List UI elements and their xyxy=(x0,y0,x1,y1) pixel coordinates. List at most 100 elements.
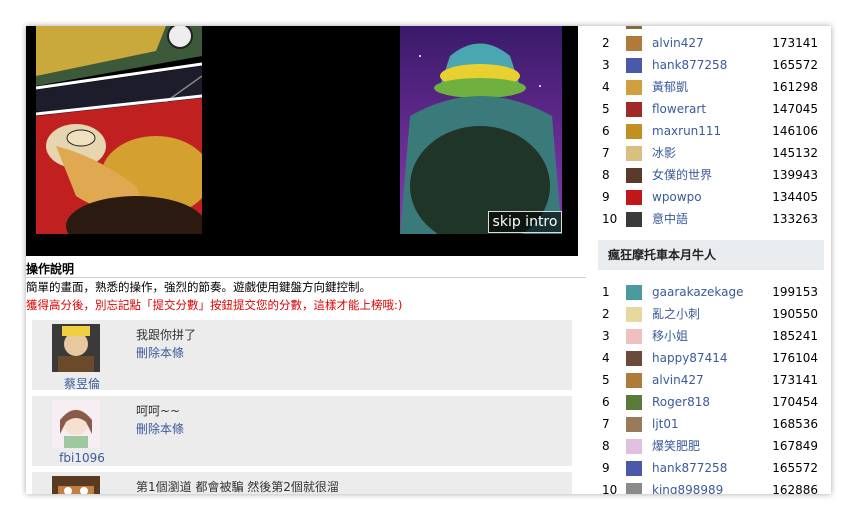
ranking-username[interactable]: alvin427 xyxy=(652,369,704,391)
ranking-row: 2 亂之小刺 190550 xyxy=(598,303,824,325)
rank-number: 1 xyxy=(602,285,610,299)
ranking-score: 145132 xyxy=(772,146,818,160)
ranking-username[interactable]: 移小姐 xyxy=(652,325,688,347)
ranking-username[interactable]: alvin427 xyxy=(652,32,704,54)
game-canvas[interactable]: skip intro xyxy=(26,26,578,256)
ranking-username[interactable]: wpowpo xyxy=(652,186,702,208)
ranking-score: 170454 xyxy=(772,395,818,409)
user-avatar[interactable] xyxy=(626,307,642,322)
ranking-row: 4 happy87414 176104 xyxy=(598,347,824,369)
comic-panel-right xyxy=(400,26,562,234)
user-avatar[interactable] xyxy=(626,124,642,139)
submit-score-reminder: 獲得高分後，別忘記點「提交分數」按鈕提交您的分數，這樣才能上榜哦:) xyxy=(26,298,403,312)
user-avatar[interactable] xyxy=(626,461,642,476)
rank-number: 3 xyxy=(602,58,610,72)
ranking-username[interactable]: king898989 xyxy=(652,479,723,494)
user-avatar[interactable] xyxy=(626,439,642,454)
ranking-row: 5 alvin427 173141 xyxy=(598,369,824,391)
ranking-username[interactable]: 意中語 xyxy=(652,208,688,230)
rank-number: 10 xyxy=(602,483,618,494)
user-avatar[interactable] xyxy=(626,417,642,432)
rank-number: 9 xyxy=(602,461,610,475)
ranking-score: 134405 xyxy=(772,190,818,204)
user-avatar[interactable] xyxy=(626,146,642,161)
user-avatar[interactable] xyxy=(626,373,642,388)
ranking-row: 4 黃郁凱 161298 xyxy=(598,76,824,98)
ranking-row: 9 hank877258 165572 xyxy=(598,457,824,479)
instructions-text: 簡單的畫面，熟悉的操作，強烈的節奏。遊戲使用鍵盤方向鍵控制。 xyxy=(26,280,371,294)
user-avatar[interactable] xyxy=(52,400,100,448)
user-avatar[interactable] xyxy=(626,168,642,183)
rank-number: 10 xyxy=(602,212,618,226)
ranking-score: 162886 xyxy=(772,483,818,494)
ranking-score: 199153 xyxy=(772,285,818,299)
user-avatar[interactable] xyxy=(626,36,642,51)
ranking-row: 8 女僕的世界 139943 xyxy=(598,164,824,186)
ranking-username[interactable]: Roger818 xyxy=(652,391,710,413)
ranking-score: 165572 xyxy=(772,58,818,72)
user-avatar[interactable] xyxy=(52,476,100,494)
ranking-row: 6 Roger818 170454 xyxy=(598,391,824,413)
rank-number: 6 xyxy=(602,124,610,138)
comment-item: fbi1096 呵呵~~ 刪除本條 xyxy=(32,396,572,466)
rank-number: 9 xyxy=(602,190,610,204)
user-avatar[interactable] xyxy=(626,329,642,344)
user-avatar[interactable] xyxy=(626,190,642,205)
page-frame: skip intro 操作說明 簡單的畫面，熟悉的操作，強烈的節奏。遊戲使用鍵盤… xyxy=(26,26,831,494)
user-avatar[interactable] xyxy=(626,212,642,227)
ranking-score: 190550 xyxy=(772,307,818,321)
ranking-username[interactable]: hank877258 xyxy=(652,54,727,76)
ranking-username[interactable]: hank877258 xyxy=(652,457,727,479)
ranking-username[interactable]: ljt01 xyxy=(652,413,679,435)
ranking-score: 133263 xyxy=(772,212,818,226)
ranking-score: 168536 xyxy=(772,417,818,431)
ranking-row: 5 flowerart 147045 xyxy=(598,98,824,120)
ranking-score: 165572 xyxy=(772,461,818,475)
ranking-score: 176104 xyxy=(772,351,818,365)
ranking-username[interactable]: maxrun111 xyxy=(652,120,721,142)
ranking-username[interactable]: 女僕的世界 xyxy=(652,164,712,186)
ranking-username[interactable]: flowerart xyxy=(652,98,706,120)
ranking-score: 147045 xyxy=(772,102,818,116)
ranking-row: 1 gaarakazekage 199153 xyxy=(598,281,824,303)
rank-number: 8 xyxy=(602,168,610,182)
rank-number: 3 xyxy=(602,329,610,343)
delete-comment-link[interactable]: 刪除本條 xyxy=(136,420,184,437)
ranking-username[interactable]: gaarakazekage xyxy=(652,281,743,303)
comment-username[interactable]: 蔡昱倫 xyxy=(42,375,122,392)
ranking-row: 7 冰影 145132 xyxy=(598,142,824,164)
ranking-row: 6 maxrun111 146106 xyxy=(598,120,824,142)
user-avatar[interactable] xyxy=(626,351,642,366)
ranking-username[interactable]: 冰影 xyxy=(652,142,676,164)
user-avatar[interactable] xyxy=(626,26,642,29)
ranking-username[interactable]: 亂之小刺 xyxy=(652,303,700,325)
rank-number: 4 xyxy=(602,351,610,365)
ranking-score: 139943 xyxy=(772,168,818,182)
section-title: 瘋狂摩托車本月牛人 xyxy=(608,248,717,262)
monthly-ranking-list: 1 gaarakazekage 199153 2 亂之小刺 190550 3 移… xyxy=(598,281,824,494)
ranking-score: 161298 xyxy=(772,80,818,94)
ranking-username[interactable]: happy87414 xyxy=(652,347,727,369)
comment-username[interactable]: fbi1096 xyxy=(42,451,122,465)
rank-number: 7 xyxy=(602,417,610,431)
user-avatar[interactable] xyxy=(626,80,642,95)
delete-comment-link[interactable]: 刪除本條 xyxy=(136,344,184,361)
ranking-score: 173141 xyxy=(772,36,818,50)
comment-text: 我跟你拼了 xyxy=(136,328,197,342)
user-avatar[interactable] xyxy=(626,102,642,117)
user-avatar[interactable] xyxy=(626,483,642,494)
user-avatar[interactable] xyxy=(52,324,100,372)
user-avatar[interactable] xyxy=(626,395,642,410)
rank-number: 5 xyxy=(602,102,610,116)
user-avatar[interactable] xyxy=(626,58,642,73)
ranking-row: 2 alvin427 173141 xyxy=(598,32,824,54)
skip-intro-button[interactable]: skip intro xyxy=(488,211,562,233)
ranking-username[interactable]: 爆笑肥肥 xyxy=(652,435,700,457)
ranking-score: 167849 xyxy=(772,439,818,453)
user-avatar[interactable] xyxy=(626,285,642,300)
comic-panel-left xyxy=(36,26,202,234)
rank-number: 8 xyxy=(602,439,610,453)
ranking-username[interactable]: 黃郁凱 xyxy=(652,76,688,98)
comment-text: 第1個瀏道 都會被騙 然後第2個就很溜 xyxy=(136,480,339,494)
ranking-row: 3 移小姐 185241 xyxy=(598,325,824,347)
